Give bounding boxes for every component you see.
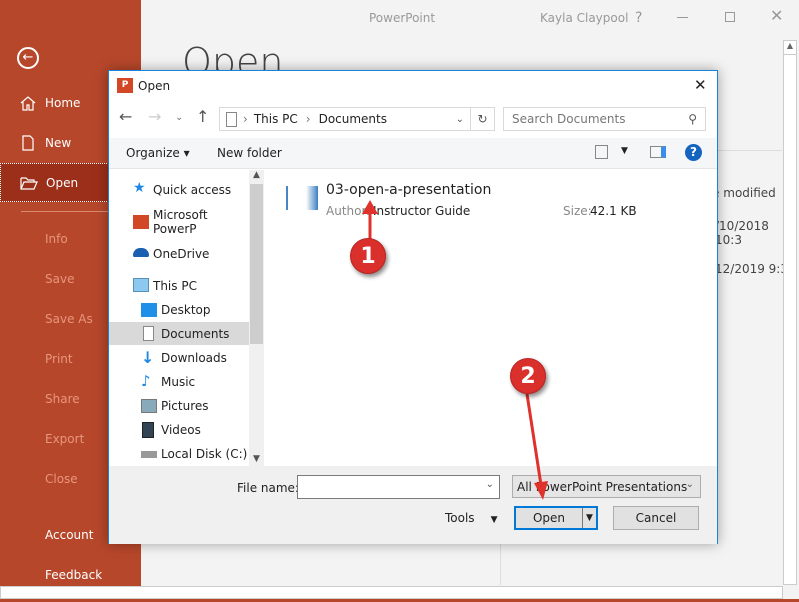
sidebar-item-label: Print	[45, 352, 73, 366]
home-icon	[20, 96, 36, 111]
videos-icon	[142, 422, 154, 438]
nav-local-disk[interactable]: Local Disk (C:)	[109, 442, 249, 465]
navigation-pane: ★ Quick access Microsoft PowerP OneDrive …	[109, 170, 249, 466]
nav-documents[interactable]: Documents	[109, 322, 249, 345]
file-type-select[interactable]: All PowerPoint Presentations ⌄	[512, 475, 701, 498]
file-name-input[interactable]: ⌄	[297, 475, 500, 499]
title-bar: PowerPoint Kayla Claypool ? ✕	[141, 0, 799, 36]
sidebar-item-label: Export	[45, 432, 85, 446]
new-folder-button[interactable]: New folder	[217, 146, 282, 160]
documents-icon	[143, 326, 154, 341]
drive-icon	[141, 451, 157, 458]
nav-pane-scrollbar[interactable]: ▲ ▼	[249, 170, 264, 466]
size-value: 42.1 KB	[590, 204, 637, 218]
recent-locations-icon[interactable]: ⌄	[175, 112, 183, 123]
powerpoint-icon: P	[117, 78, 133, 93]
sidebar-item-label: Account	[45, 528, 94, 542]
step-badge-1: 1	[350, 238, 386, 274]
horizontal-scrollbar[interactable]	[0, 586, 783, 599]
dialog-title: Open	[138, 79, 171, 93]
step-badge-2: 2	[510, 358, 546, 394]
dialog-close-button[interactable]: ✕	[694, 76, 707, 94]
dialog-title-bar: P Open ✕	[109, 71, 717, 101]
back-button[interactable]: ←	[17, 47, 39, 69]
sidebar-item-label: Info	[45, 232, 68, 246]
close-window-button[interactable]: ✕	[770, 6, 783, 25]
size-label: Size:	[563, 204, 592, 218]
sidebar-item-label: Home	[45, 96, 81, 110]
chevron-down-icon: ⌄	[685, 479, 694, 490]
nav-quick-access[interactable]: ★ Quick access	[109, 178, 249, 201]
search-icon: ⚲	[688, 112, 697, 126]
sidebar-item-label: Close	[45, 472, 78, 486]
new-document-icon	[22, 135, 34, 151]
computer-icon	[133, 278, 149, 292]
organize-button[interactable]: Organize ▾	[126, 146, 190, 160]
scrollbar-thumb[interactable]	[250, 184, 263, 344]
file-name-label: File name:	[237, 481, 299, 495]
search-input[interactable]: Search Documents ⚲	[503, 107, 706, 131]
sidebar-item-label: Save	[45, 272, 75, 286]
maximize-button[interactable]	[725, 12, 735, 22]
refresh-icon[interactable]: ↻	[470, 108, 494, 130]
folder-open-icon	[20, 177, 38, 190]
presentation-thumbnail	[286, 186, 318, 210]
powerpoint-icon	[133, 215, 149, 229]
vertical-scrollbar[interactable]: ▲	[783, 40, 797, 585]
nav-onedrive[interactable]: OneDrive	[109, 242, 249, 265]
nav-videos[interactable]: Videos	[109, 418, 249, 441]
view-dropdown-icon[interactable]: ▼	[621, 146, 628, 156]
address-bar[interactable]: › This PC › Documents ⌄ ↻	[219, 107, 495, 131]
music-icon: ♪	[141, 372, 151, 390]
search-placeholder: Search Documents	[512, 112, 626, 126]
sidebar-item-label: Feedback	[45, 568, 103, 582]
open-dialog: P Open ✕ ← → ⌄ ↑ › This PC › Documents ⌄…	[108, 70, 718, 544]
forward-arrow-icon[interactable]: →	[148, 107, 161, 126]
view-options-icon[interactable]	[595, 145, 608, 159]
sidebar-item-label: New	[45, 136, 72, 150]
tools-button[interactable]: Tools ▼	[445, 511, 497, 525]
command-bar: Organize ▾ New folder ▼ ?	[109, 138, 717, 169]
download-icon: ↓	[141, 348, 155, 367]
sidebar-item-label: Open	[46, 175, 79, 190]
help-icon[interactable]: ?	[685, 144, 702, 161]
help-button[interactable]: ?	[635, 10, 642, 26]
sidebar-item-label: Share	[45, 392, 80, 406]
user-name[interactable]: Kayla Claypool	[540, 11, 628, 25]
nav-this-pc[interactable]: This PC	[109, 274, 249, 297]
app-title: PowerPoint	[369, 11, 436, 25]
desktop-icon	[141, 303, 157, 317]
breadcrumb-this-pc[interactable]: This PC	[254, 112, 298, 126]
cancel-button[interactable]: Cancel	[613, 506, 699, 530]
authors-value: Instructor Guide	[373, 204, 471, 218]
documents-icon	[226, 111, 237, 127]
nav-downloads[interactable]: ↓ Downloads	[109, 346, 249, 369]
nav-music[interactable]: ♪ Music	[109, 370, 249, 393]
open-dropdown-icon[interactable]: ▼	[582, 508, 596, 528]
breadcrumb-documents[interactable]: Documents	[319, 112, 387, 126]
back-arrow-icon[interactable]: ←	[119, 107, 132, 126]
pictures-icon	[141, 399, 157, 413]
preview-pane-icon[interactable]	[650, 146, 666, 158]
chevron-down-icon: ⌄	[485, 479, 494, 490]
file-name: 03-open-a-presentation	[326, 182, 492, 198]
up-arrow-icon[interactable]: ↑	[196, 107, 209, 126]
minimize-button[interactable]	[677, 17, 688, 18]
file-list-item[interactable]: 03-open-a-presentation Authors: Instruct…	[279, 179, 639, 225]
dialog-footer: File name: ⌄ All PowerPoint Presentation…	[109, 466, 717, 544]
nav-pictures[interactable]: Pictures	[109, 394, 249, 417]
nav-desktop[interactable]: Desktop	[109, 298, 249, 321]
cloud-icon	[133, 248, 149, 257]
address-dropdown-icon[interactable]: ⌄	[456, 114, 464, 125]
pane-divider	[500, 543, 501, 585]
authors-label: Authors:	[326, 204, 377, 218]
star-icon: ★	[133, 180, 146, 196]
open-button[interactable]: Open ▼	[514, 506, 598, 530]
navigation-bar: ← → ⌄ ↑ › This PC › Documents ⌄ ↻ Search…	[109, 107, 717, 133]
nav-microsoft-powerpoint[interactable]: Microsoft PowerP	[109, 208, 249, 236]
sidebar-item-label: Save As	[45, 312, 93, 326]
